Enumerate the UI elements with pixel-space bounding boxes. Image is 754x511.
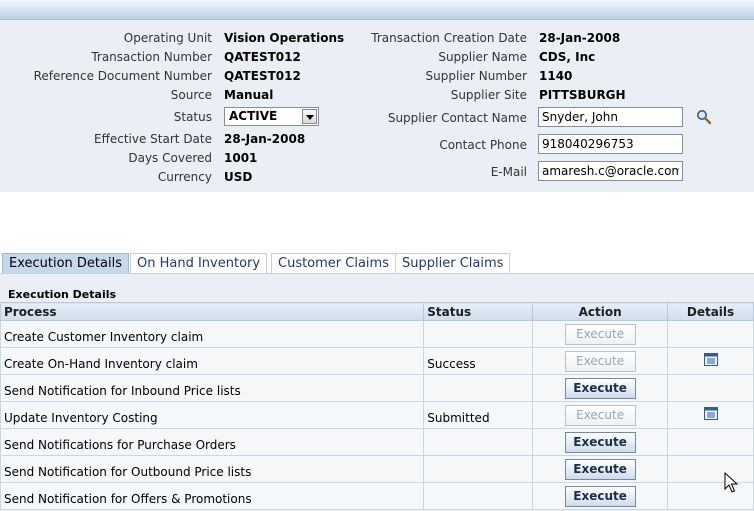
sub-tabs: Execution Details On Hand Inventory Cust… — [0, 253, 754, 275]
contact-phone-input[interactable] — [538, 134, 683, 154]
column-header-details: Details — [667, 302, 754, 321]
creation-date-label: Transaction Creation Date — [371, 31, 527, 45]
execution-table: Process Status Action Details Create Cus… — [0, 302, 754, 510]
table-row: Send Notification for Outbound Price lis… — [0, 455, 754, 483]
execute-button[interactable]: Execute — [564, 377, 636, 399]
table-row: Send Notification for Offers & Promotion… — [0, 482, 754, 510]
status-select[interactable]: ACTIVE — [224, 107, 319, 126]
email-input[interactable] — [538, 161, 683, 181]
source-value: Manual — [224, 88, 274, 102]
action-cell: Execute — [532, 374, 669, 402]
contact-name-label: Supplier Contact Name — [387, 111, 527, 125]
process-cell: Create On-Hand Inventory claim — [0, 347, 425, 375]
contact-name-input[interactable] — [538, 107, 683, 127]
currency-label: Currency — [157, 170, 212, 184]
execute-button[interactable]: Execute — [564, 350, 636, 372]
supplier-site-label: Supplier Site — [450, 88, 527, 102]
tab-on-hand-inventory[interactable]: On Hand Inventory — [130, 253, 268, 274]
status-cell — [423, 374, 534, 402]
process-cell: Send Notifications for Purchase Orders — [0, 428, 425, 456]
supplier-site-value: PITTSBURGH — [539, 88, 626, 102]
creation-date-value: 28-Jan-2008 — [539, 31, 621, 45]
effective-start-value: 28-Jan-2008 — [224, 132, 306, 146]
search-icon[interactable] — [696, 109, 712, 125]
action-cell: Execute — [532, 347, 669, 375]
transaction-number-label: Transaction Number — [91, 50, 212, 64]
details-cell — [667, 428, 754, 456]
supplier-name-label: Supplier Name — [438, 50, 527, 64]
currency-value: USD — [224, 170, 253, 184]
supplier-number-label: Supplier Number — [425, 69, 527, 83]
tab-execution-details[interactable]: Execution Details — [2, 253, 129, 274]
status-select-value: ACTIVE — [229, 109, 278, 123]
tab-supplier-claims[interactable]: Supplier Claims — [395, 253, 511, 274]
operating-unit-label: Operating Unit — [123, 31, 212, 45]
status-cell — [423, 482, 534, 510]
supplier-number-value: 1140 — [539, 69, 573, 83]
details-cell — [667, 401, 754, 429]
status-cell — [423, 428, 534, 456]
process-cell: Send Notification for Offers & Promotion… — [0, 482, 425, 510]
execute-button[interactable]: Execute — [564, 323, 636, 345]
table-row: Send Notification for Inbound Price list… — [0, 374, 754, 402]
action-cell: Execute — [532, 401, 669, 429]
action-cell: Execute — [532, 428, 669, 456]
reference-document-label: Reference Document Number — [33, 69, 212, 83]
execute-button[interactable]: Execute — [564, 458, 636, 480]
operating-unit-value: Vision Operations — [224, 31, 345, 45]
status-cell: Submitted — [423, 401, 534, 429]
table-row: Send Notifications for Purchase Orders Ex… — [0, 428, 754, 456]
table-header-row: Process Status Action Details — [0, 302, 754, 321]
details-icon[interactable] — [703, 353, 718, 366]
column-header-status: Status — [423, 302, 534, 321]
table-row: Update Inventory Costing Submitted Execute — [0, 401, 754, 429]
status-label: Status — [173, 110, 212, 124]
source-label: Source — [170, 88, 212, 102]
chevron-down-icon[interactable] — [302, 109, 317, 124]
execute-button[interactable]: Execute — [564, 485, 636, 507]
mouse-pointer-icon — [724, 472, 738, 493]
table-row: Create Customer Inventory claim Execute — [0, 320, 754, 348]
table-row: Create On-Hand Inventory claim Success Exe… — [0, 347, 754, 375]
effective-start-label: Effective Start Date — [94, 132, 212, 146]
action-cell: Execute — [532, 455, 669, 483]
details-cell — [667, 374, 754, 402]
action-cell: Execute — [532, 320, 669, 348]
reference-document-value: QATEST012 — [224, 69, 301, 83]
contact-phone-label: Contact Phone — [439, 138, 527, 152]
status-cell: Success — [423, 347, 534, 375]
details-cell — [667, 455, 754, 483]
action-cell: Execute — [532, 482, 669, 510]
email-label: E-Mail — [490, 165, 527, 179]
process-cell: Update Inventory Costing — [0, 401, 425, 429]
process-cell: Send Notification for Outbound Price lis… — [0, 455, 425, 483]
column-header-action: Action — [532, 302, 669, 321]
tab-customer-claims[interactable]: Customer Claims — [271, 253, 396, 274]
details-cell — [667, 320, 754, 348]
status-cell — [423, 455, 534, 483]
details-icon[interactable] — [703, 407, 718, 420]
column-header-process: Process — [0, 302, 425, 321]
execute-button[interactable]: Execute — [564, 404, 636, 426]
supplier-name-value: CDS, Inc — [539, 50, 596, 64]
process-cell: Send Notification for Inbound Price list… — [0, 374, 425, 402]
top-banner — [0, 0, 754, 20]
days-covered-value: 1001 — [224, 151, 258, 165]
execute-button[interactable]: Execute — [564, 431, 636, 453]
transaction-number-value: QATEST012 — [224, 50, 301, 64]
process-cell: Create Customer Inventory claim — [0, 320, 425, 348]
section-title: Execution Details — [8, 288, 117, 301]
status-cell — [423, 320, 534, 348]
details-cell — [667, 347, 754, 375]
days-covered-label: Days Covered — [128, 151, 212, 165]
details-cell — [667, 482, 754, 510]
